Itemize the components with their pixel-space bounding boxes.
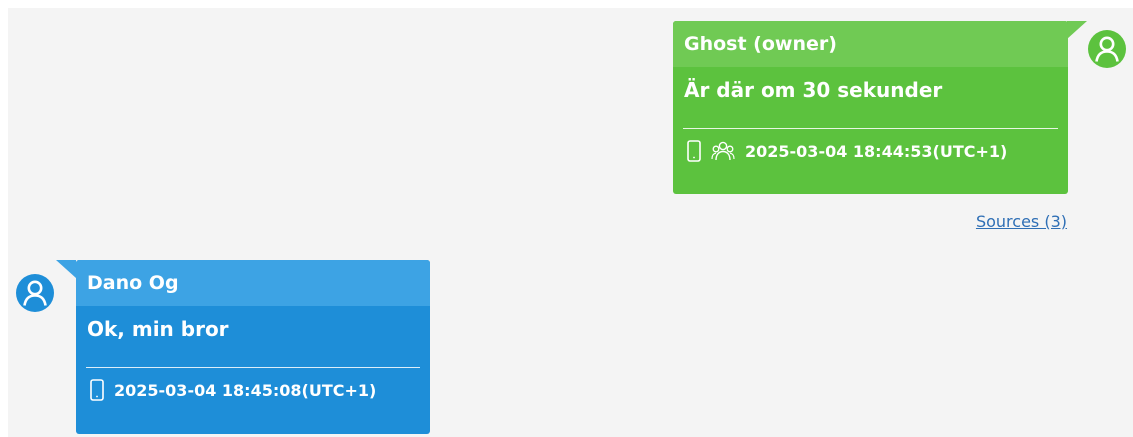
message-text: Ok, min bror xyxy=(87,317,229,341)
contacts-group-icon xyxy=(711,140,735,162)
message-sender: Dano Og xyxy=(76,260,430,306)
message-text: Är där om 30 sekunder xyxy=(684,78,943,102)
message-bubble-incoming[interactable]: Dano Og Ok, min bror 2025-03-04 18:45:08… xyxy=(76,260,430,434)
avatar[interactable] xyxy=(1088,30,1126,68)
message-sender: Ghost (owner) xyxy=(673,21,1068,67)
message-footer: 2025-03-04 18:45:08(UTC+1) xyxy=(76,368,430,412)
chat-panel: Ghost (owner) Är där om 30 sekunder 2025… xyxy=(8,8,1133,437)
sources-link[interactable]: Sources (3) xyxy=(976,212,1067,231)
avatar[interactable] xyxy=(16,274,54,312)
message-timestamp: 2025-03-04 18:44:53(UTC+1) xyxy=(745,141,1008,161)
message-timestamp: 2025-03-04 18:45:08(UTC+1) xyxy=(114,380,377,400)
bubble-tail xyxy=(1067,21,1087,39)
message-bubble-outgoing[interactable]: Ghost (owner) Är där om 30 sekunder 2025… xyxy=(673,21,1068,194)
bubble-tail xyxy=(56,260,76,278)
phone-icon xyxy=(90,379,104,401)
message-footer: 2025-03-04 18:44:53(UTC+1) xyxy=(673,129,1068,173)
phone-icon xyxy=(687,140,701,162)
